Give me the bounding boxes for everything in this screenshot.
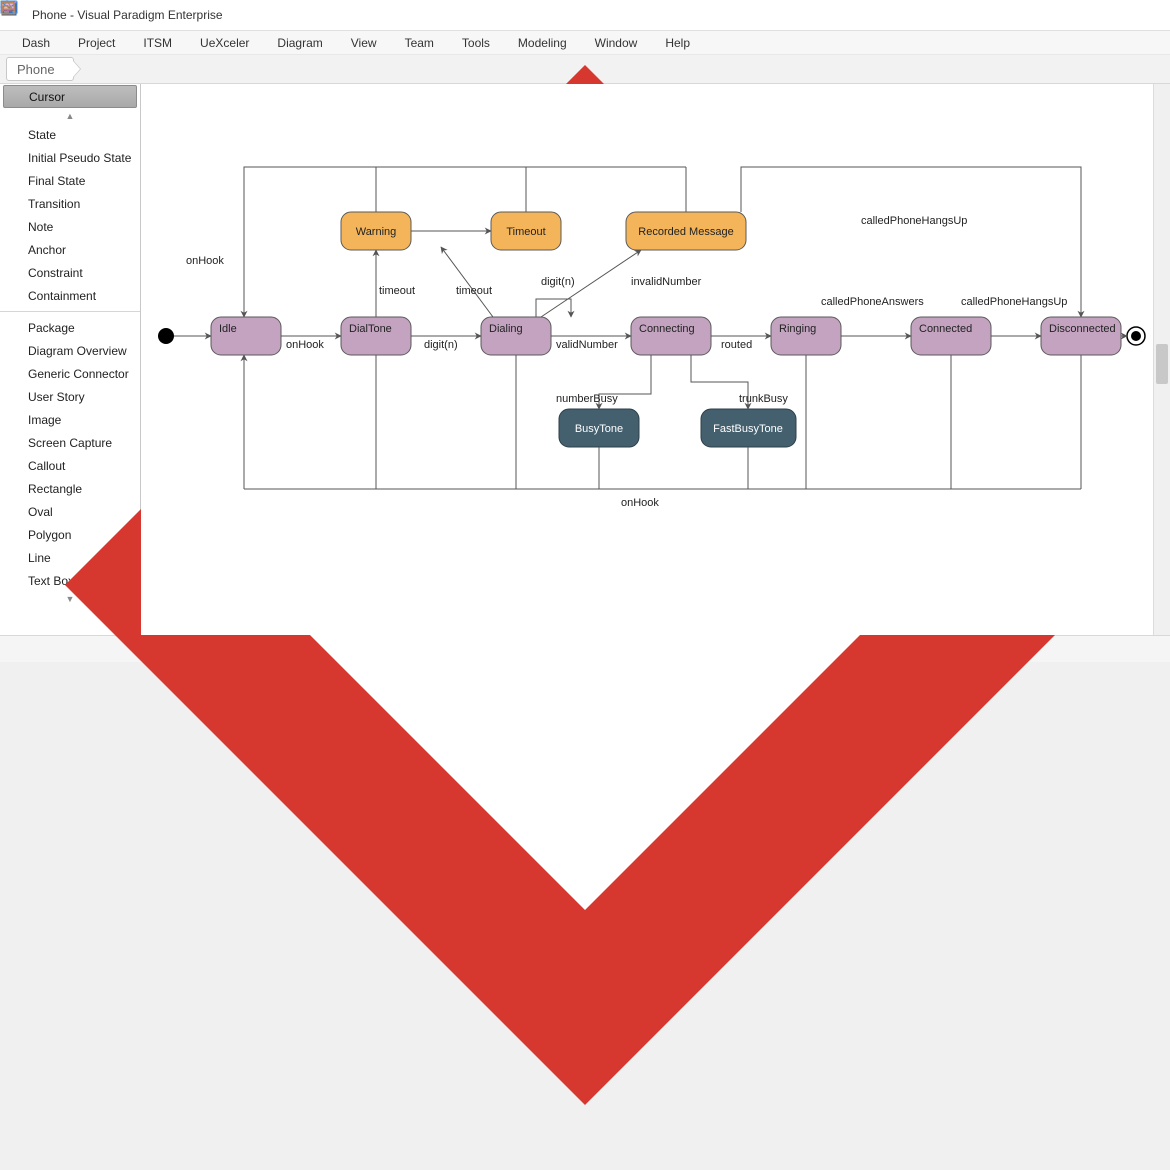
svg-text:calledPhoneHangsUp: calledPhoneHangsUp (961, 296, 1067, 308)
svg-text:validNumber: validNumber (556, 339, 618, 351)
svg-text:numberBusy: numberBusy (556, 393, 618, 405)
svg-text:Warning: Warning (356, 226, 397, 238)
svg-text:invalidNumber: invalidNumber (631, 276, 702, 288)
svg-text:Dialing: Dialing (489, 323, 523, 335)
diagram-canvas[interactable]: Idle DialTone Dialing Connecting Ringing… (141, 84, 1170, 635)
svg-text:DialTone: DialTone (349, 323, 392, 335)
svg-text:trunkBusy: trunkBusy (739, 393, 788, 405)
svg-text:digit(n): digit(n) (541, 276, 575, 288)
scrollbar-thumb[interactable] (1156, 344, 1168, 384)
svg-text:Connecting: Connecting (639, 323, 695, 335)
svg-text:routed: routed (721, 339, 752, 351)
svg-text:digit(n): digit(n) (424, 339, 458, 351)
svg-text:Disconnected: Disconnected (1049, 323, 1116, 335)
svg-text:BusyTone: BusyTone (575, 423, 623, 435)
svg-text:onHook: onHook (286, 339, 324, 351)
titlebar: Phone - Visual Paradigm Enterprise (0, 0, 1170, 31)
svg-text:Timeout: Timeout (506, 226, 545, 238)
vertical-scrollbar[interactable] (1153, 84, 1170, 635)
svg-text:onHook: onHook (186, 255, 224, 267)
breadcrumb[interactable]: Phone (6, 57, 74, 81)
svg-text:Recorded Message: Recorded Message (638, 226, 733, 238)
svg-text:timeout: timeout (379, 285, 415, 297)
svg-text:Idle: Idle (219, 323, 237, 335)
svg-text:Ringing: Ringing (779, 323, 816, 335)
svg-text:onHook: onHook (621, 497, 659, 509)
svg-text:calledPhoneHangsUp: calledPhoneHangsUp (861, 215, 967, 227)
svg-text:Connected: Connected (919, 323, 972, 335)
svg-text:timeout: timeout (456, 285, 492, 297)
svg-text:calledPhoneAnswers: calledPhoneAnswers (821, 296, 924, 308)
initial-pseudo-node[interactable] (158, 328, 174, 344)
svg-text:FastBusyTone: FastBusyTone (713, 423, 783, 435)
